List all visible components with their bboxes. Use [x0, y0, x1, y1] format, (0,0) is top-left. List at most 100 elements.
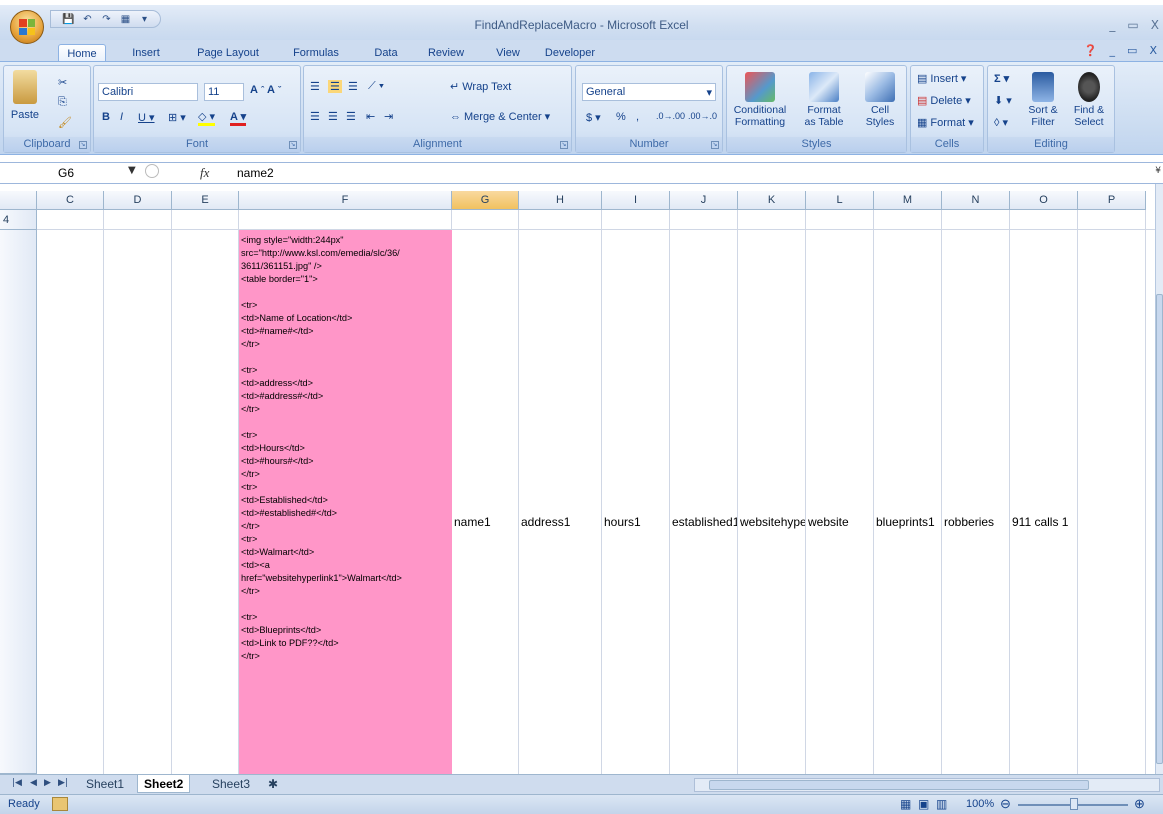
insert-sheet-icon[interactable]: ✱	[262, 775, 284, 793]
insert-function-icon[interactable]: fx	[200, 165, 209, 181]
cell-n[interactable]: robberies	[944, 515, 1009, 529]
cell-i[interactable]: hours1	[604, 515, 669, 529]
fill-color-icon[interactable]: ◇ ▾	[198, 110, 216, 126]
zoom-in-icon[interactable]: ⊕	[1134, 796, 1145, 812]
column-header-o[interactable]: O	[1010, 191, 1078, 210]
wrap-text-button[interactable]: ↵ Wrap Text	[450, 80, 511, 94]
vertical-scrollbar[interactable]	[1155, 184, 1163, 774]
zoom-level[interactable]: 100%	[966, 798, 994, 810]
sheet-tab-sheet2[interactable]: Sheet2	[137, 775, 191, 793]
macro-record-icon[interactable]	[52, 797, 68, 811]
cell-k[interactable]: websitehyperlink1	[740, 515, 805, 529]
tab-insert[interactable]: Insert	[122, 44, 170, 62]
tab-formulas[interactable]: Formulas	[286, 44, 346, 62]
italic-icon[interactable]: I	[120, 111, 123, 123]
tab-view[interactable]: View	[490, 44, 526, 62]
column-header-f[interactable]: F	[239, 191, 452, 210]
page-break-view-icon[interactable]: ▥	[936, 797, 947, 811]
font-name-select[interactable]: Calibri	[98, 83, 198, 101]
column-header-l[interactable]: L	[806, 191, 874, 210]
align-bottom-icon[interactable]: ☰	[348, 80, 358, 93]
increase-indent-icon[interactable]: ⇥	[384, 110, 393, 123]
next-sheet-icon[interactable]: ▶	[44, 778, 51, 788]
format-painter-icon[interactable]: 🖌	[58, 116, 72, 129]
font-launcher-icon[interactable]: ↘	[289, 141, 297, 149]
orientation-icon[interactable]: ⟋ ▾	[368, 80, 384, 93]
name-box-dropdown-icon[interactable]: ▼	[128, 165, 136, 176]
increase-decimal-icon[interactable]: .0→.00	[656, 111, 685, 121]
wb-minimize-button[interactable]: _	[1110, 44, 1116, 57]
sort-filter-button[interactable]: Sort & Filter	[1022, 72, 1064, 128]
number-launcher-icon[interactable]: ↘	[711, 141, 719, 149]
merge-center-button[interactable]: ⇔ Merge & Center ▾	[450, 110, 550, 124]
name-box[interactable]: G6	[20, 163, 160, 183]
clipboard-launcher-icon[interactable]: ↘	[79, 141, 87, 149]
column-header-i[interactable]: I	[602, 191, 670, 210]
cell-j[interactable]: established1	[672, 515, 737, 529]
cell-styles-button[interactable]: Cell Styles	[857, 72, 903, 128]
column-header-c[interactable]: C	[37, 191, 104, 210]
column-header-k[interactable]: K	[738, 191, 806, 210]
column-header-e[interactable]: E	[172, 191, 239, 210]
last-sheet-icon[interactable]: ▶|	[58, 778, 68, 788]
column-header-g[interactable]: G	[452, 191, 519, 210]
tab-data[interactable]: Data	[368, 44, 404, 62]
save-icon[interactable]: 💾	[61, 12, 76, 26]
select-all-corner[interactable]	[0, 191, 37, 210]
underline-icon[interactable]: U ▾	[138, 111, 155, 124]
page-layout-view-icon[interactable]: ▣	[918, 797, 929, 811]
format-cells-button[interactable]: ▦ Format ▾	[917, 116, 974, 130]
find-select-button[interactable]: Find & Select	[1066, 72, 1112, 128]
column-header-j[interactable]: J	[670, 191, 738, 210]
tab-developer[interactable]: Developer	[538, 44, 602, 62]
conditional-formatting-button[interactable]: Conditional Formatting	[729, 72, 791, 128]
decrease-decimal-icon[interactable]: .00→.0	[688, 111, 717, 121]
paste-button[interactable]: Paste	[10, 70, 40, 121]
prev-sheet-icon[interactable]: ◀	[30, 778, 37, 788]
sheet-tab-sheet1[interactable]: Sheet1	[80, 775, 130, 793]
cell-m[interactable]: blueprints1	[876, 515, 941, 529]
column-header-m[interactable]: M	[874, 191, 942, 210]
redo-icon[interactable]: ↷	[99, 12, 114, 26]
row-header-4[interactable]: 4	[0, 210, 37, 230]
cell-l[interactable]: website	[808, 515, 873, 529]
align-left-icon[interactable]: ☰	[310, 110, 320, 123]
close-button[interactable]: X	[1151, 18, 1159, 32]
align-right-icon[interactable]: ☰	[346, 110, 356, 123]
formula-input[interactable]: name2	[237, 163, 274, 183]
print-preview-icon[interactable]: ▦	[118, 12, 133, 26]
cell-h[interactable]: address1	[521, 515, 601, 529]
tab-page-layout[interactable]: Page Layout	[190, 44, 266, 62]
format-as-table-button[interactable]: Format as Table	[795, 72, 853, 128]
zoom-out-icon[interactable]: ⊖	[1000, 796, 1011, 812]
tab-review[interactable]: Review	[424, 44, 468, 62]
delete-cells-button[interactable]: ▤ Delete ▾	[917, 94, 971, 108]
wb-restore-button[interactable]: ▭	[1127, 44, 1137, 57]
percent-icon[interactable]: %	[616, 111, 626, 123]
font-color-icon[interactable]: A ▾	[230, 110, 247, 126]
maximize-button[interactable]: ▭	[1127, 18, 1138, 32]
tab-home[interactable]: Home	[58, 44, 106, 62]
number-format-select[interactable]: General ▾	[582, 83, 716, 101]
cell-o[interactable]: 911 calls 1	[1012, 515, 1077, 529]
undo-icon[interactable]: ↶	[80, 12, 95, 26]
column-header-n[interactable]: N	[942, 191, 1010, 210]
row-header-next[interactable]	[0, 230, 37, 774]
cut-icon[interactable]: ✂	[58, 76, 67, 89]
cell-g[interactable]: name1	[454, 515, 518, 529]
help-icon[interactable]: ❓	[1084, 44, 1098, 57]
first-sheet-icon[interactable]: |◀	[12, 778, 22, 788]
grow-font-icon[interactable]: Aˆ Aˇ	[250, 84, 281, 96]
customize-qat-icon[interactable]: ▾	[137, 12, 152, 26]
column-header-h[interactable]: H	[519, 191, 602, 210]
zoom-slider-thumb[interactable]	[1070, 798, 1078, 810]
normal-view-icon[interactable]: ▦	[900, 797, 911, 811]
sheet-tab-sheet3[interactable]: Sheet3	[206, 775, 256, 793]
office-button[interactable]	[10, 10, 44, 44]
align-center-icon[interactable]: ☰	[328, 110, 338, 123]
horizontal-scroll-thumb[interactable]	[709, 780, 1089, 790]
cell-f-html-template[interactable]: <img style="width:244px" src="http://www…	[239, 230, 452, 774]
expand-formula-icon[interactable]: ¥	[1155, 166, 1161, 176]
comma-icon[interactable]: ,	[636, 111, 639, 123]
column-header-d[interactable]: D	[104, 191, 172, 210]
